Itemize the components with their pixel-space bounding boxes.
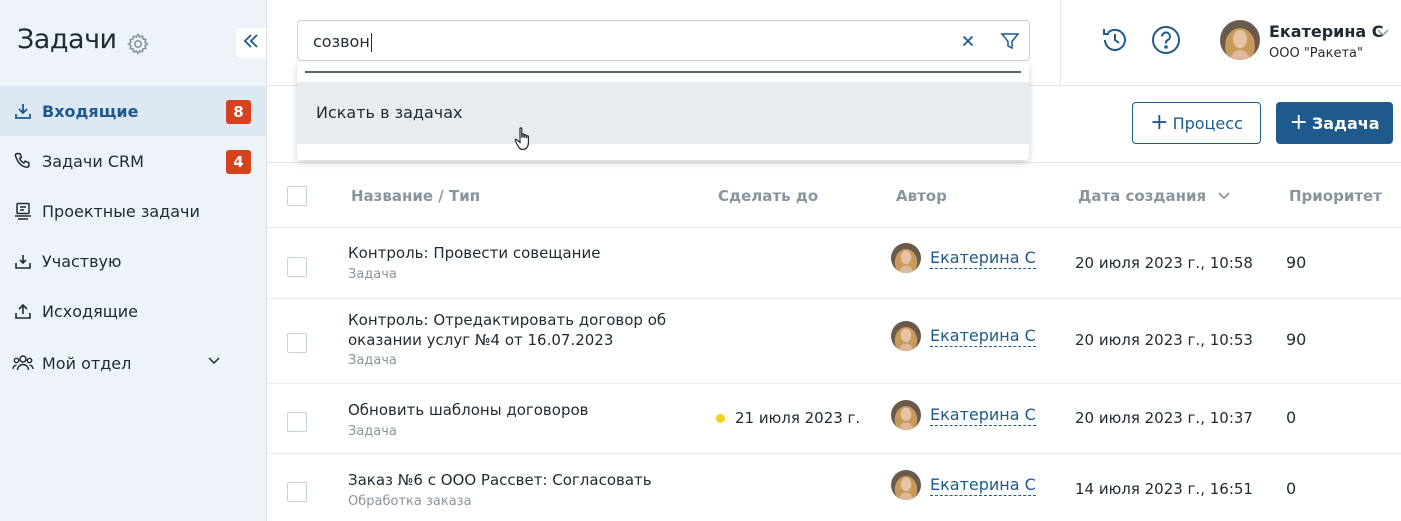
author-cell: Екатерина С [891,470,1036,500]
sidebar-item-label: Исходящие [42,301,139,321]
column-due[interactable]: Сделать до [718,187,818,205]
user-name[interactable]: Екатерина С [1269,22,1384,41]
avatar [891,400,921,430]
sidebar-item-participate[interactable]: Участвую [0,236,266,286]
avatar[interactable] [1220,20,1260,60]
avatar [891,243,921,273]
sidebar-header: Задачи [0,0,266,86]
task-type: Задача [348,424,397,439]
row-checkbox[interactable] [287,257,307,277]
sidebar-item-label: Проектные задачи [42,201,200,221]
task-title[interactable]: Контроль: Отредактировать договор об ока… [348,310,678,350]
task-title[interactable]: Контроль: Провести совещание [348,243,678,263]
table-row[interactable]: Заказ №6 с ООО Рассвет: Согласовать Обра… [267,454,1401,521]
table-row[interactable]: Контроль: Провести совещание Задача Екат… [267,229,1401,299]
created-date: 20 июля 2023 г., 10:53 [1075,331,1253,349]
priority-value: 90 [1286,330,1307,349]
created-date: 14 июля 2023 г., 16:51 [1075,480,1253,498]
team-icon [12,352,34,374]
table-row[interactable]: Обновить шаблоны договоров Задача 21 июл… [267,384,1401,454]
priority-value: 0 [1286,408,1297,427]
add-process-button[interactable]: + Процесс [1132,102,1261,144]
author-cell: Екатерина С [891,243,1036,273]
row-checkbox[interactable] [287,333,307,353]
gear-icon[interactable] [126,32,150,56]
divider [1060,0,1061,86]
created-date: 20 июля 2023 г., 10:37 [1075,409,1253,427]
task-title[interactable]: Обновить шаблоны договоров [348,400,678,420]
search-suggestions-dropdown: Искать в задачах [297,63,1029,160]
count-badge: 8 [226,100,251,124]
inbox-icon [12,100,34,122]
priority-value: 0 [1286,479,1297,498]
sidebar-item-my-department[interactable]: Мой отдел [0,336,266,390]
task-type: Задача [348,267,397,282]
task-type: Задача [348,353,397,368]
task-type: Обработка заказа [348,494,472,509]
sidebar-item-label: Участвую [42,251,122,271]
sidebar-item-label: Входящие [42,101,139,121]
hand-cursor-icon [514,126,534,152]
participate-icon [12,250,34,272]
plus-icon: + [1289,110,1308,135]
row-checkbox[interactable] [287,412,307,432]
avatar [891,470,921,500]
sidebar-item-label: Задачи CRM [42,151,144,171]
select-all-checkbox[interactable] [287,186,307,206]
column-priority[interactable]: Приоритет [1289,187,1382,205]
chevron-down-icon[interactable] [206,352,222,372]
search-in-tasks-label: Искать в задачах [316,103,463,122]
author-cell: Екатерина С [891,400,1036,430]
author-link[interactable]: Екатерина С [930,405,1036,426]
collapse-sidebar-button[interactable] [236,28,266,58]
author-link[interactable]: Екатерина С [930,326,1036,347]
author-link[interactable]: Екатерина С [930,248,1036,269]
filter-icon[interactable] [999,30,1021,52]
table-header: Название / Тип Сделать до Автор Дата соз… [267,162,1401,228]
sidebar-item-outgoing[interactable]: Исходящие [0,286,266,336]
sidebar-nav: Входящие 8 Задачи CRM 4 Проектные задачи… [0,86,266,390]
count-badge: 4 [226,150,251,174]
sidebar: Задачи Входящие 8 Задачи CRM 4 Проектные… [0,0,267,521]
app: Задачи Входящие 8 Задачи CRM 4 Проектные… [0,0,1401,521]
plus-icon: + [1150,110,1169,135]
app-title: Задачи [17,24,117,55]
due-date: 21 июля 2023 г. [716,409,860,427]
outbox-icon [12,300,34,322]
due-date-text: 21 июля 2023 г. [735,409,861,427]
double-chevron-left-icon [242,32,260,54]
add-task-button[interactable]: + Задача [1276,102,1393,144]
sidebar-item-incoming[interactable]: Входящие 8 [0,86,266,136]
add-process-label: Процесс [1172,113,1243,133]
add-task-label: Задача [1311,113,1380,133]
search-value: созвон [313,32,372,52]
due-status-dot [716,413,725,423]
phone-icon [12,150,34,172]
column-created[interactable]: Дата создания [1078,187,1231,205]
history-icon[interactable] [1099,24,1131,56]
search-input[interactable]: созвон [297,20,1030,61]
task-title[interactable]: Заказ №6 с ООО Рассвет: Согласовать [348,470,678,490]
row-checkbox[interactable] [287,482,307,502]
author-link[interactable]: Екатерина С [930,475,1036,496]
priority-value: 90 [1286,253,1307,272]
sidebar-item-label: Мой отдел [42,353,132,373]
sidebar-item-project[interactable]: Проектные задачи [0,186,266,236]
user-org: ООО "Ракета" [1269,46,1363,61]
clear-icon[interactable] [959,32,977,50]
search-in-tasks-option[interactable]: Искать в задачах [297,82,1029,144]
chevron-down-icon [1217,187,1231,205]
sidebar-item-crm[interactable]: Задачи CRM 4 [0,136,266,186]
avatar [891,321,921,351]
help-icon[interactable] [1150,24,1182,56]
author-cell: Екатерина С [891,321,1036,351]
project-icon [12,200,34,222]
column-author[interactable]: Автор [896,187,947,205]
created-date: 20 июля 2023 г., 10:58 [1075,254,1253,272]
table-row[interactable]: Контроль: Отредактировать договор об ока… [267,299,1401,384]
divider [305,71,1021,73]
chevron-down-icon[interactable] [1376,24,1390,43]
column-title[interactable]: Название / Тип [351,187,480,205]
